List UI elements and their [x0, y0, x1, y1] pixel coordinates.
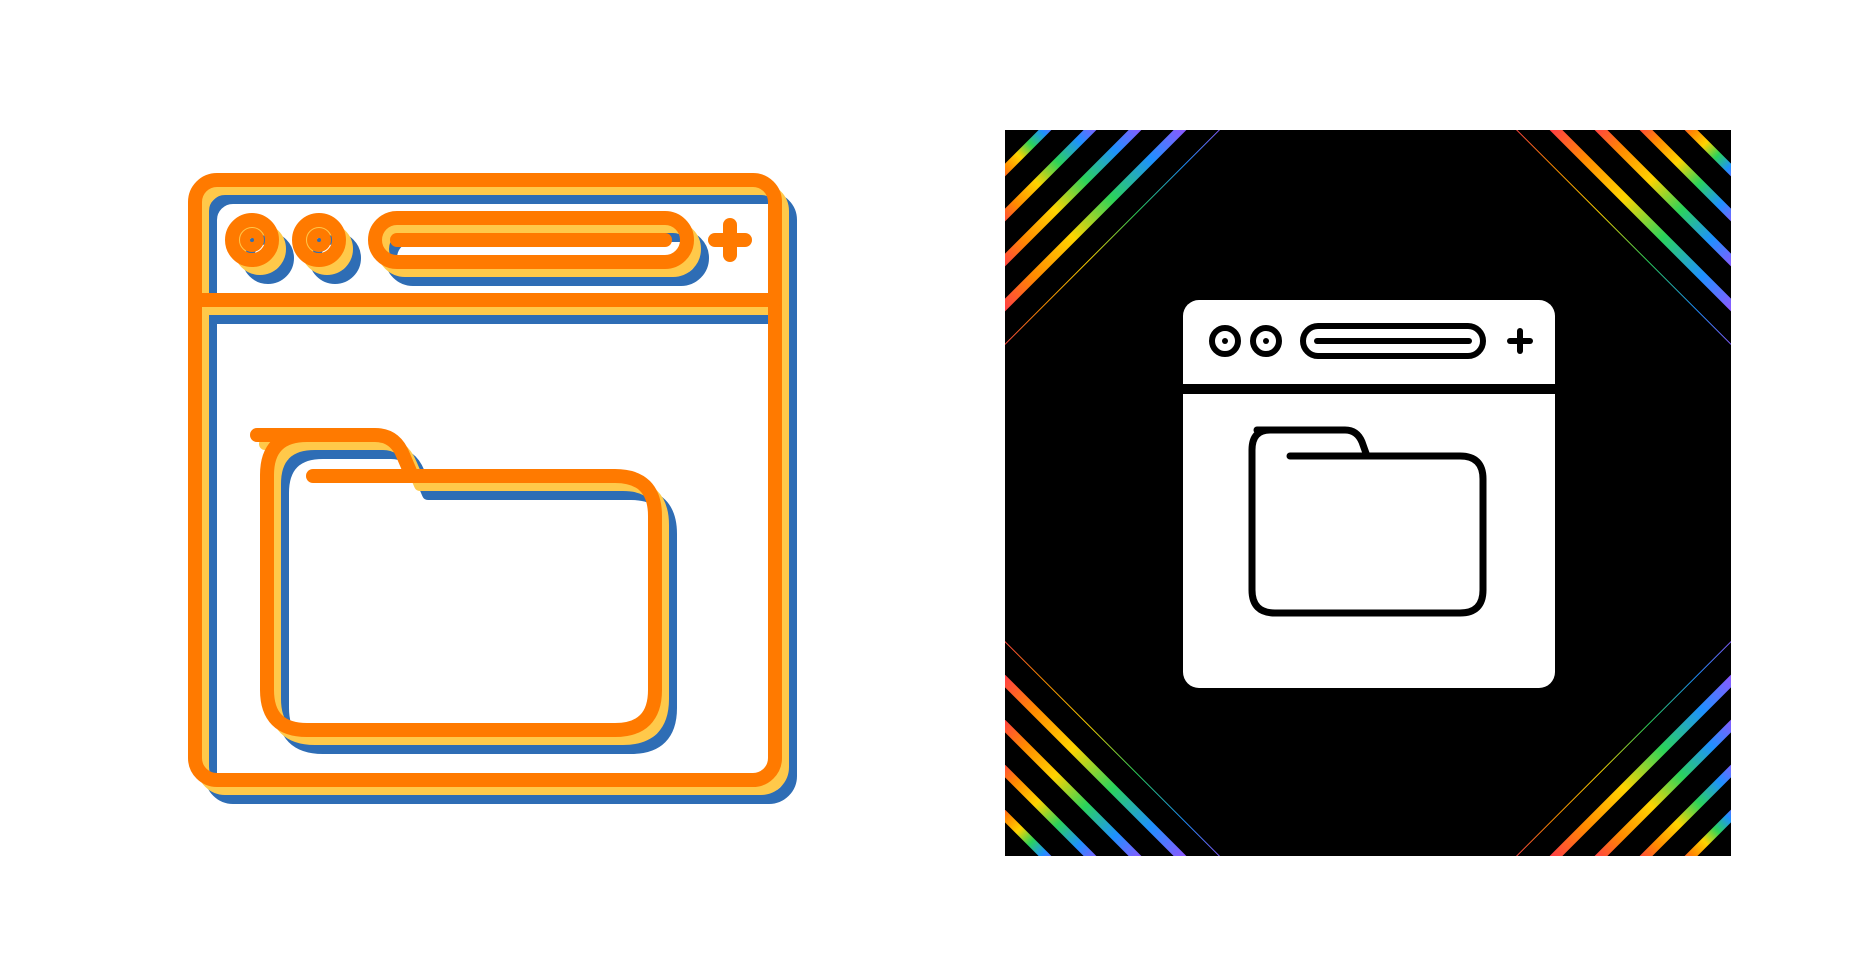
browser-folder-glyph-svg — [1005, 130, 1731, 856]
window-dot-2-inner — [307, 228, 331, 252]
browser-folder-outline-icon — [185, 170, 825, 830]
shadow-layer-blue — [205, 192, 797, 804]
window-dot-1-inner — [240, 228, 264, 252]
glyph-window-body — [1183, 394, 1555, 688]
browser-folder-outline-svg — [188, 173, 797, 804]
browser-folder-glyph-icon — [1005, 130, 1731, 856]
white-browser-glyph — [1183, 300, 1555, 688]
